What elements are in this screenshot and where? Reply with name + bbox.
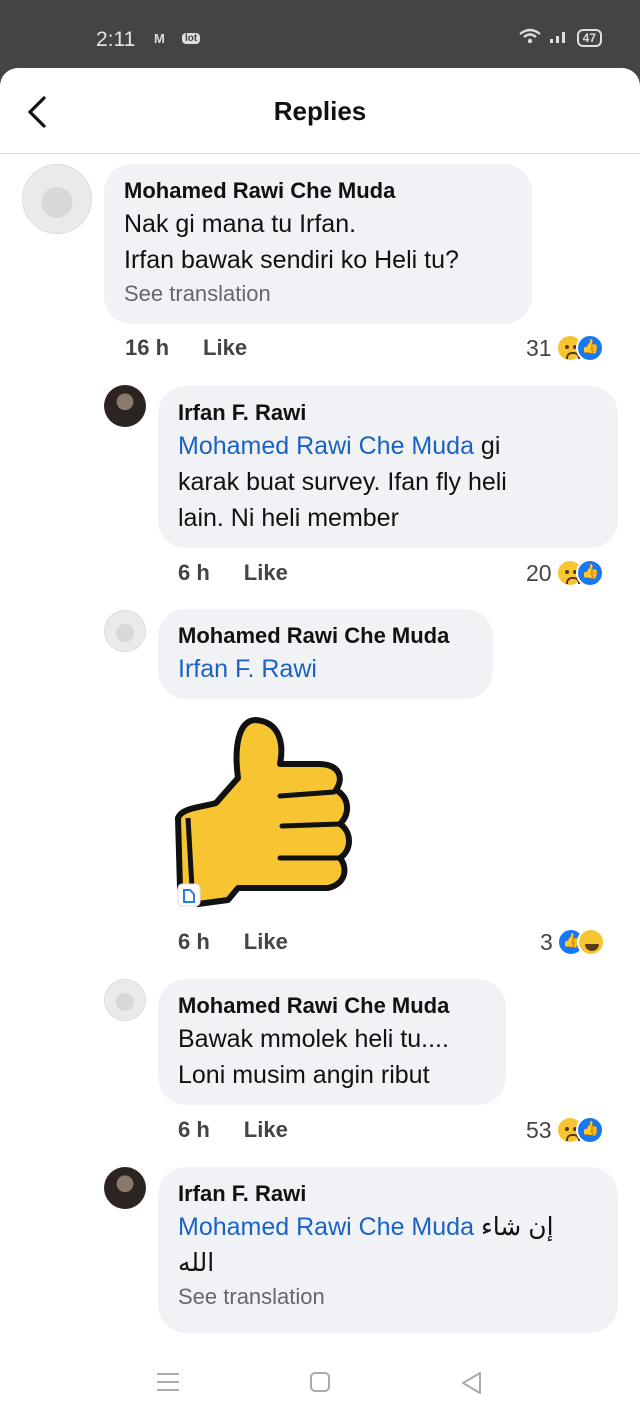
comment-time: 6 h	[178, 560, 210, 585]
reaction-count: 20	[526, 559, 552, 586]
app-notification-icon: lot	[182, 33, 201, 44]
reaction-count: 31	[526, 334, 552, 361]
menu-icon[interactable]	[156, 1371, 180, 1398]
comment-author[interactable]: Irfan F. Rawi	[178, 1179, 598, 1209]
header: Replies	[0, 68, 640, 154]
avatar[interactable]	[22, 164, 92, 234]
page-title: Replies	[273, 96, 367, 126]
see-translation-link[interactable]: See translation	[178, 1281, 598, 1313]
system-nav-bar	[0, 1343, 640, 1422]
like-button[interactable]: Like	[244, 1117, 288, 1142]
mention-link[interactable]: Mohamed Rawi Che Muda	[178, 1213, 474, 1241]
wifi-icon	[518, 28, 541, 47]
comment-text-line: الله	[178, 1249, 215, 1277]
comment-text-line: karak buat survey. Ifan fly heli	[178, 468, 507, 496]
reaction-summary[interactable]: 53	[526, 1116, 604, 1144]
reaction-count: 3	[540, 928, 553, 955]
thumbs-up-sticker-icon	[175, 717, 352, 907]
comment-bubble: Irfan F. Rawi Mohamed Rawi Che Muda إن ش…	[158, 1167, 618, 1333]
comment-bubble: Mohamed Rawi Che Muda Nak gi mana tu Irf…	[104, 164, 532, 324]
like-button[interactable]: Like	[244, 929, 288, 954]
comment-meta: 6 h Like	[178, 929, 288, 955]
reaction-summary[interactable]: 20	[526, 559, 604, 587]
comment-bubble: Mohamed Rawi Che Muda Bawak mmolek heli …	[158, 979, 506, 1105]
comment-author[interactable]: Irfan F. Rawi	[178, 398, 598, 428]
mention-link[interactable]: Mohamed Rawi Che Muda	[178, 432, 474, 460]
comment-author[interactable]: Mohamed Rawi Che Muda	[124, 176, 512, 206]
comment-text-line: Mohamed Rawi Che Muda gi	[178, 428, 598, 464]
replies-sheet: Replies Mohamed Rawi Che Muda Nak gi man…	[0, 68, 640, 1343]
comment-meta: 6 h Like	[178, 560, 288, 586]
comment-text-line: lain. Ni heli member	[178, 504, 399, 532]
comment-time: 6 h	[178, 929, 210, 954]
like-reaction-icon	[575, 1116, 604, 1144]
like-reaction-icon	[575, 559, 604, 587]
avatar[interactable]	[104, 385, 146, 427]
comment-time: 6 h	[178, 1117, 210, 1142]
home-square-icon[interactable]	[309, 1371, 331, 1398]
avatar[interactable]	[104, 610, 146, 652]
avatar[interactable]	[104, 979, 146, 1021]
comment-text: gi	[473, 432, 501, 460]
reaction-summary[interactable]: 3	[540, 928, 605, 956]
comment-bubble: Mohamed Rawi Che Muda Irfan F. Rawi	[158, 609, 493, 699]
mention-link[interactable]: Irfan F. Rawi	[178, 651, 473, 687]
comment-text: إن شاء	[473, 1213, 554, 1241]
comment-text-line: Bawak mmolek heli tu....	[178, 1025, 449, 1053]
like-button[interactable]: Like	[244, 560, 288, 585]
back-triangle-icon[interactable]	[460, 1371, 482, 1400]
comment-author[interactable]: Mohamed Rawi Che Muda	[178, 621, 473, 651]
comment-meta: 16 h Like	[125, 335, 247, 361]
comment-time: 16 h	[125, 335, 170, 360]
reaction-count: 53	[526, 1116, 552, 1143]
reaction-summary[interactable]: 31	[526, 334, 604, 362]
haha-reaction-icon	[576, 928, 605, 956]
comment-text-line: Nak gi mana tu Irfan.	[124, 210, 357, 238]
see-translation-link[interactable]: See translation	[124, 278, 512, 310]
comment-text-line: Loni musim angin ribut	[178, 1061, 430, 1089]
status-time: 2:11	[96, 28, 136, 51]
like-reaction-icon	[575, 334, 604, 362]
comment-author[interactable]: Mohamed Rawi Che Muda	[178, 991, 486, 1021]
status-right: 47	[518, 28, 602, 47]
comment-meta: 6 h Like	[178, 1117, 288, 1143]
avatar[interactable]	[104, 1167, 146, 1209]
comment-text-line: Irfan bawak sendiri ko Heli tu?	[124, 246, 459, 274]
mention-text[interactable]: Irfan F. Rawi	[178, 655, 317, 683]
battery-indicator: 47	[576, 28, 602, 47]
like-button[interactable]: Like	[203, 335, 247, 360]
signal-icon	[549, 28, 569, 47]
comment-text-line: Mohamed Rawi Che Muda إن شاء	[178, 1209, 598, 1245]
gmail-icon: M	[154, 31, 165, 46]
comment-bubble: Irfan F. Rawi Mohamed Rawi Che Muda gi k…	[158, 386, 618, 548]
